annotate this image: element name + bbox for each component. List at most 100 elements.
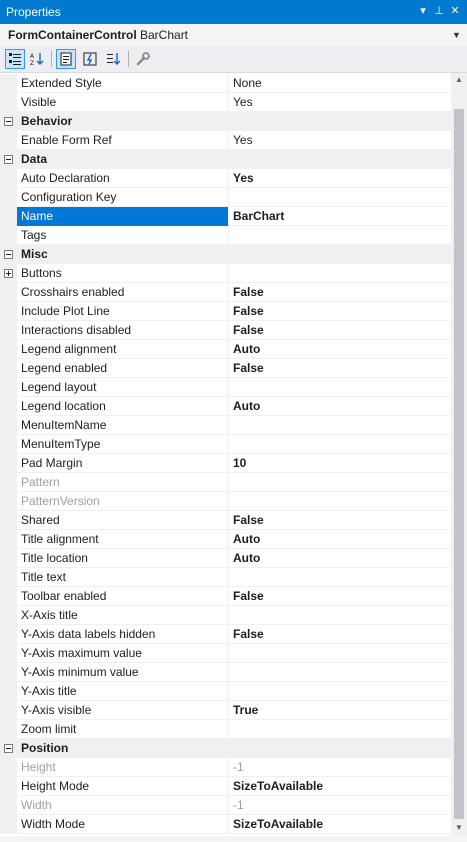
property-name[interactable]: Zoom limit xyxy=(17,720,228,739)
category-data[interactable]: Data xyxy=(0,150,451,169)
property-value[interactable]: SizeToAvailable xyxy=(228,777,451,796)
property-row[interactable]: Name BarChart xyxy=(0,207,451,226)
property-name[interactable]: Toolbar enabled xyxy=(17,587,228,606)
property-name[interactable]: Height Mode xyxy=(17,777,228,796)
scroll-up-icon[interactable]: ▲ xyxy=(455,75,463,84)
property-row[interactable]: Y-Axis data labels hidden False xyxy=(0,625,451,644)
property-name[interactable]: Width xyxy=(17,796,228,815)
property-row[interactable]: Y-Axis minimum value xyxy=(0,663,451,682)
property-name[interactable]: Height xyxy=(17,758,228,777)
property-row[interactable]: Extended Style None xyxy=(0,74,451,93)
collapse-icon[interactable] xyxy=(4,250,13,259)
property-row[interactable]: Auto Declaration Yes xyxy=(0,169,451,188)
property-value[interactable]: False xyxy=(228,302,451,321)
property-name[interactable]: Width Mode xyxy=(17,815,228,834)
property-value[interactable] xyxy=(228,663,451,682)
property-name[interactable]: Y-Axis visible xyxy=(17,701,228,720)
property-name[interactable]: Auto Declaration xyxy=(17,169,228,188)
property-value[interactable]: Yes xyxy=(228,169,451,188)
property-value[interactable] xyxy=(228,682,451,701)
property-value[interactable] xyxy=(228,644,451,663)
property-row[interactable]: Title alignment Auto xyxy=(0,530,451,549)
scroll-down-icon[interactable]: ▼ xyxy=(455,823,463,832)
property-name[interactable]: Legend location xyxy=(17,397,228,416)
property-row[interactable]: Zoom limit xyxy=(0,720,451,739)
property-value[interactable]: SizeToAvailable xyxy=(228,815,451,834)
property-name[interactable]: Include Plot Line xyxy=(17,302,228,321)
property-row[interactable]: Title location Auto xyxy=(0,549,451,568)
property-row[interactable]: Include Plot Line False xyxy=(0,302,451,321)
property-row[interactable]: MenuItemType xyxy=(0,435,451,454)
vertical-scrollbar[interactable]: ▲ ▼ xyxy=(451,73,467,836)
category-misc[interactable]: Misc xyxy=(0,245,451,264)
property-name[interactable]: Pad Margin xyxy=(17,454,228,473)
property-value[interactable] xyxy=(228,720,451,739)
property-value[interactable]: Yes xyxy=(228,131,451,150)
property-row[interactable]: Visible Yes xyxy=(0,93,451,112)
property-value[interactable]: True xyxy=(228,701,451,720)
pin-icon[interactable]: ⊥ xyxy=(432,3,446,19)
property-row[interactable]: Enable Form Ref Yes xyxy=(0,131,451,150)
property-name[interactable]: Visible xyxy=(17,93,228,112)
property-name[interactable]: Legend alignment xyxy=(17,340,228,359)
window-menu-dropdown-icon[interactable]: ▾ xyxy=(416,3,430,19)
property-row[interactable]: Pad Margin 10 xyxy=(0,454,451,473)
collapse-icon[interactable] xyxy=(4,744,13,753)
property-value[interactable]: False xyxy=(228,625,451,644)
property-value[interactable]: 10 xyxy=(228,454,451,473)
property-name[interactable]: Y-Axis maximum value xyxy=(17,644,228,663)
collapse-icon[interactable] xyxy=(4,117,13,126)
property-name[interactable]: Configuration Key xyxy=(17,188,228,207)
property-row[interactable]: Width Mode SizeToAvailable xyxy=(0,815,451,834)
property-row[interactable]: Y-Axis maximum value xyxy=(0,644,451,663)
property-value[interactable] xyxy=(228,492,451,511)
property-row[interactable]: Buttons xyxy=(0,264,451,283)
property-name[interactable]: Y-Axis minimum value xyxy=(17,663,228,682)
property-name[interactable]: X-Axis title xyxy=(17,606,228,625)
chevron-down-icon[interactable]: ▼ xyxy=(452,30,461,40)
object-selector[interactable]: FormContainerControl BarChart ▼ xyxy=(0,24,467,46)
property-name[interactable]: Legend layout xyxy=(17,378,228,397)
property-value[interactable]: Auto xyxy=(228,397,451,416)
property-row[interactable]: Height Mode SizeToAvailable xyxy=(0,777,451,796)
property-name[interactable]: Crosshairs enabled xyxy=(17,283,228,302)
property-row[interactable]: Legend location Auto xyxy=(0,397,451,416)
property-name[interactable]: Title alignment xyxy=(17,530,228,549)
scrollbar-thumb[interactable] xyxy=(454,109,464,819)
property-name[interactable]: Shared xyxy=(17,511,228,530)
property-value[interactable]: -1 xyxy=(228,796,451,815)
property-row[interactable]: Interactions disabled False xyxy=(0,321,451,340)
category-behavior[interactable]: Behavior xyxy=(0,112,451,131)
property-row[interactable]: Legend alignment Auto xyxy=(0,340,451,359)
property-value[interactable] xyxy=(228,435,451,454)
property-name[interactable]: Extended Style xyxy=(17,74,228,93)
property-row[interactable]: Crosshairs enabled False xyxy=(0,283,451,302)
property-name[interactable]: Buttons xyxy=(17,264,228,283)
property-row[interactable]: Y-Axis visible True xyxy=(0,701,451,720)
property-name[interactable]: Interactions disabled xyxy=(17,321,228,340)
property-name[interactable]: Pattern xyxy=(17,473,228,492)
property-value[interactable]: False xyxy=(228,359,451,378)
property-value[interactable] xyxy=(228,226,451,245)
property-name[interactable]: Y-Axis title xyxy=(17,682,228,701)
property-row[interactable]: Tags xyxy=(0,226,451,245)
property-value[interactable] xyxy=(228,473,451,492)
property-value[interactable] xyxy=(228,188,451,207)
property-value[interactable] xyxy=(228,416,451,435)
property-name[interactable]: MenuItemType xyxy=(17,435,228,454)
property-row[interactable]: Title text xyxy=(0,568,451,587)
property-row[interactable]: Toolbar enabled False xyxy=(0,587,451,606)
property-name[interactable]: Title text xyxy=(17,568,228,587)
property-pages-icon[interactable] xyxy=(103,49,123,69)
property-value[interactable]: False xyxy=(228,283,451,302)
property-value[interactable]: False xyxy=(228,321,451,340)
property-value[interactable]: False xyxy=(228,587,451,606)
property-name[interactable]: PatternVersion xyxy=(17,492,228,511)
property-row[interactable]: Width -1 xyxy=(0,796,451,815)
property-name[interactable]: Enable Form Ref xyxy=(17,131,228,150)
categorized-icon[interactable] xyxy=(5,49,25,69)
property-value[interactable]: False xyxy=(228,511,451,530)
property-row[interactable]: Shared False xyxy=(0,511,451,530)
property-name[interactable]: Tags xyxy=(17,226,228,245)
events-icon[interactable] xyxy=(80,49,100,69)
